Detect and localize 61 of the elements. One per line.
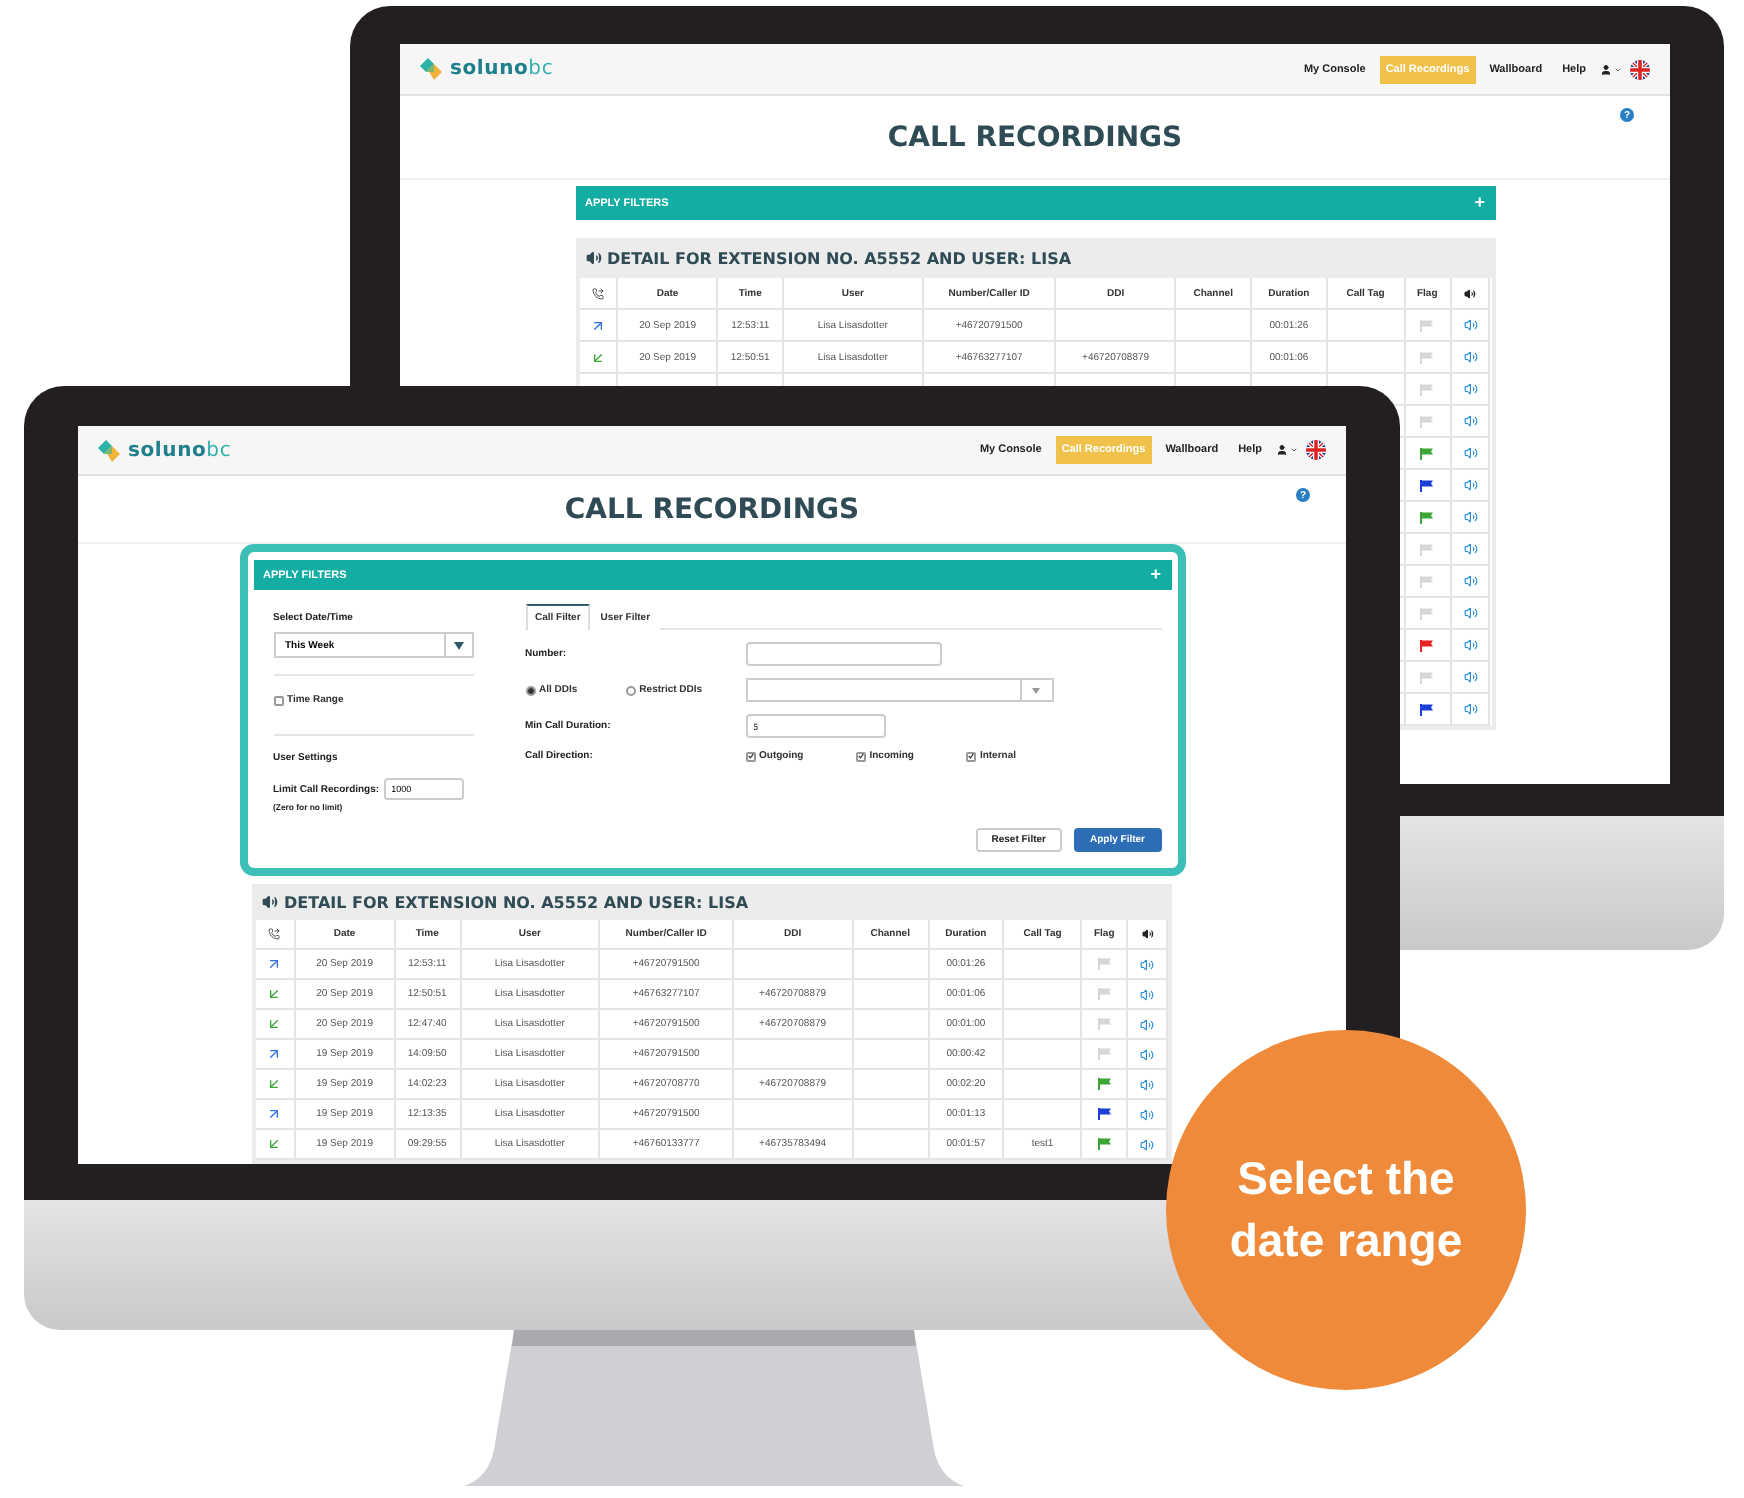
table-cell: [853, 1040, 930, 1070]
radio-dot-icon: [527, 687, 533, 693]
number-input[interactable]: [745, 642, 941, 666]
user-icon[interactable]: [1600, 63, 1612, 75]
play-icon[interactable]: [1463, 606, 1478, 620]
flag-icon[interactable]: [1420, 703, 1435, 715]
caret-icon: [453, 641, 463, 649]
table-cell: [1176, 310, 1253, 342]
call-direction-icon: [591, 287, 604, 299]
play-icon[interactable]: [1463, 638, 1478, 652]
play-icon[interactable]: [1140, 957, 1155, 971]
play-icon[interactable]: [1140, 1077, 1155, 1091]
speaker-icon: [1464, 287, 1477, 299]
callout-bubble: Select the date range: [1166, 1030, 1526, 1390]
language-flag-icon[interactable]: [1630, 59, 1650, 79]
play-icon[interactable]: [1463, 574, 1478, 588]
table-cell: [853, 1010, 930, 1040]
speaker-icon: [1141, 928, 1154, 940]
play-icon[interactable]: [1463, 350, 1478, 364]
play-icon[interactable]: [1463, 318, 1478, 332]
checkmark-icon: [967, 752, 974, 760]
play-icon[interactable]: [1140, 1137, 1155, 1151]
brand-name: solunobc: [450, 58, 554, 80]
play-icon[interactable]: [1463, 446, 1478, 460]
detail-title: DETAIL FOR EXTENSION NO. A5552 AND USER: LISA: [607, 249, 1072, 267]
checkmark-icon: [747, 752, 753, 760]
call-direction-icon: [268, 928, 281, 940]
play-icon[interactable]: [1463, 670, 1478, 684]
table-cell: [733, 1100, 854, 1130]
logo-icon: [420, 58, 444, 80]
table-cell: [853, 1070, 930, 1100]
play-icon[interactable]: [1463, 478, 1478, 492]
table-cell: [733, 1040, 854, 1070]
play-icon[interactable]: [1140, 1047, 1155, 1061]
caret-icon: [1032, 687, 1040, 693]
play-icon[interactable]: [1463, 702, 1478, 716]
table-cell: [853, 1100, 930, 1130]
flag-icon[interactable]: [1097, 1108, 1112, 1120]
page-title: CALL RECORDINGS: [564, 493, 860, 525]
checkmark-icon: [857, 752, 864, 760]
play-icon[interactable]: [1463, 510, 1478, 524]
detail-title: DETAIL FOR EXTENSION NO. A5552 AND USER: LISA: [284, 893, 749, 911]
table-cell: [733, 950, 854, 980]
play-icon[interactable]: [1140, 1107, 1155, 1121]
speaker-icon: [585, 250, 601, 266]
flag-icon[interactable]: [1420, 639, 1435, 651]
brand-name: solunobc: [128, 439, 232, 461]
play-icon[interactable]: [1463, 382, 1478, 396]
table-cell: [853, 950, 930, 980]
user-icon[interactable]: [1276, 444, 1288, 456]
table-cell: [853, 980, 930, 1010]
play-icon[interactable]: [1140, 987, 1155, 1001]
language-flag-icon[interactable]: [1306, 440, 1326, 460]
speaker-icon: [262, 894, 278, 910]
table-cell: [1056, 310, 1177, 342]
logo-icon: [98, 439, 122, 461]
play-icon[interactable]: [1140, 1017, 1155, 1031]
play-icon[interactable]: [1463, 542, 1478, 556]
page-title: CALL RECORDINGS: [887, 121, 1183, 153]
play-icon[interactable]: [1463, 414, 1478, 428]
flag-icon[interactable]: [1420, 479, 1435, 491]
